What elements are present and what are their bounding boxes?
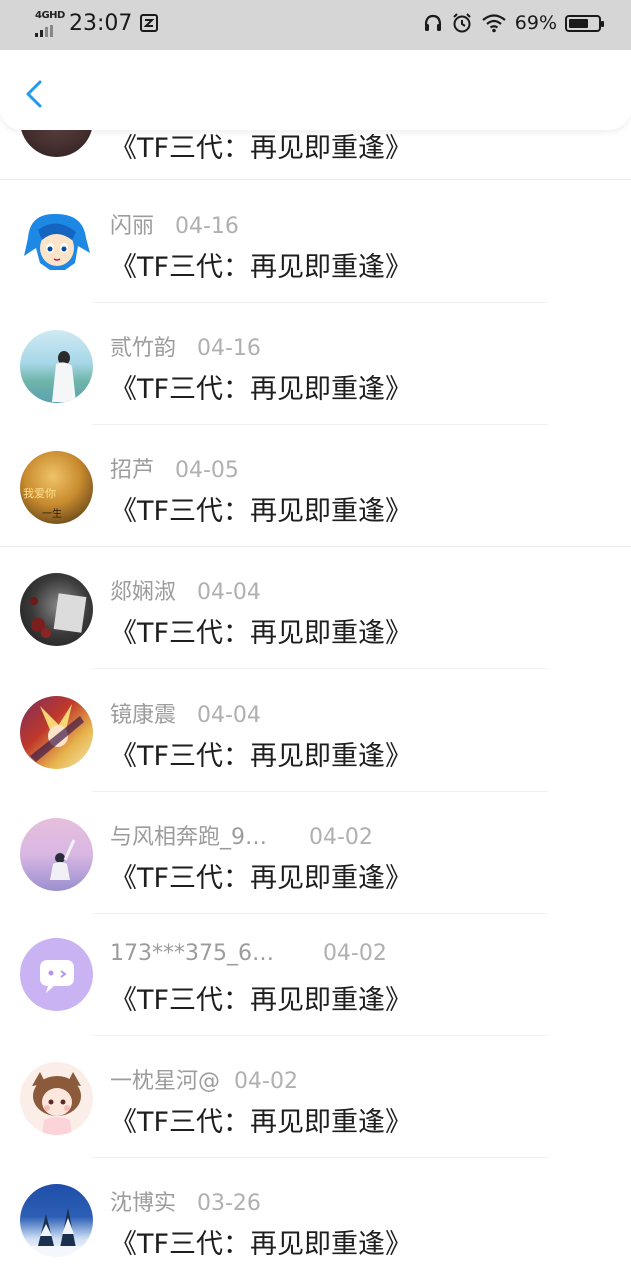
- list-item-title: 《TF三代：再见即重逢》: [110, 374, 413, 405]
- battery-percent: 69%: [514, 12, 557, 34]
- list-item-title: 《TF三代：再见即重逢》: [110, 741, 413, 772]
- battery-level: [569, 18, 589, 28]
- post-date: 04-02: [234, 1069, 298, 1094]
- post-date: 04-05: [175, 458, 239, 483]
- list-item-title: 《TF三代：再见即重逢》: [110, 1107, 413, 1138]
- list-item[interactable]: 173***375_6… 04-02 《TF三代：再见即重逢》: [0, 914, 631, 1036]
- signal-icon: [35, 25, 53, 37]
- list-item-meta: 与风相奔跑_9… 04-02: [110, 819, 373, 851]
- svg-text:一生: 一生: [42, 507, 62, 520]
- divider: [92, 668, 548, 669]
- battery-icon: [565, 14, 604, 32]
- list-item-meta: 沈博实 03-26: [110, 1185, 261, 1217]
- notification-icon: [140, 14, 158, 32]
- status-bar: 4GHD 23:07 69%: [0, 0, 631, 50]
- headphones-icon: [424, 14, 441, 31]
- list-item-meta: 招芦 04-05: [110, 452, 239, 484]
- list-item-title: 《TF三代：再见即重逢》: [110, 496, 413, 527]
- list-item-title: 《TF三代：再见即重逢》: [110, 985, 413, 1016]
- network-type: 4GHD: [35, 10, 65, 21]
- back-button[interactable]: [20, 76, 50, 112]
- list-item[interactable]: 一枕星河@ 04-02 《TF三代：再见即重逢》: [0, 1036, 631, 1158]
- author-name: 沈博实: [110, 1191, 177, 1216]
- list-item[interactable]: 闪丽 04-16 《TF三代：再见即重逢》: [0, 181, 631, 303]
- list-item-meta: 贰竹韵 04-16: [110, 330, 261, 362]
- author-name: 招芦: [110, 458, 155, 483]
- avatar: [20, 696, 93, 769]
- post-date: 04-04: [197, 703, 261, 728]
- list-item[interactable]: 郯娴淑 04-04 《TF三代：再见即重逢》: [0, 547, 631, 669]
- wifi-icon: [482, 14, 506, 33]
- avatar: [20, 1184, 93, 1257]
- clock-time: 23:07: [69, 11, 133, 36]
- avatar: [20, 330, 93, 403]
- list-item-title: 《TF三代：再见即重逢》: [110, 863, 413, 894]
- post-date: 04-16: [197, 336, 261, 361]
- avatar: [20, 938, 93, 1011]
- list-item-meta: 郯娴淑 04-04: [110, 574, 261, 606]
- list-item-meta: 173***375_6… 04-02: [110, 941, 387, 966]
- list-item[interactable]: 镜康震 04-04 《TF三代：再见即重逢》: [0, 670, 631, 792]
- list-item-title: 《TF三代：再见即重逢》: [110, 618, 413, 649]
- list-item[interactable]: 我爱你 一生 招芦 04-05 《TF三代：再见即重逢》: [0, 425, 631, 547]
- post-date: 04-04: [197, 580, 261, 605]
- list-item[interactable]: 沈博实 03-26 《TF三代：再见即重逢》: [0, 1158, 631, 1280]
- list-item[interactable]: 贰竹韵 04-16 《TF三代：再见即重逢》: [0, 303, 631, 425]
- author-name: 镜康震: [110, 703, 177, 728]
- author-name: 一枕星河@: [110, 1069, 221, 1094]
- list-item-title: 《TF三代：再见即重逢》: [110, 133, 413, 164]
- avatar: [20, 208, 93, 281]
- post-date: 04-02: [308, 825, 373, 850]
- list-item-meta: 一枕星河@ 04-02: [110, 1063, 298, 1095]
- post-date: 03-26: [197, 1191, 261, 1216]
- list-item-meta: 镜康震 04-04: [110, 697, 261, 729]
- list-item[interactable]: 与风相奔跑_9… 04-02 《TF三代：再见即重逢》: [0, 792, 631, 914]
- avatar: [20, 818, 93, 891]
- avatar: [20, 573, 93, 646]
- svg-text:我爱你: 我爱你: [23, 487, 56, 500]
- avatar: [20, 1062, 93, 1135]
- post-date: 04-16: [175, 214, 239, 239]
- author-name: 与风相奔跑_9…: [110, 825, 267, 850]
- author-name: 贰竹韵: [110, 336, 177, 361]
- list-item-meta: 闪丽 04-16: [110, 208, 239, 240]
- nav-header: [0, 50, 631, 130]
- chevron-left-icon: [26, 80, 42, 108]
- author-name: 173***375_6…: [110, 941, 274, 966]
- post-date: 04-02: [322, 941, 387, 966]
- divider: [0, 179, 631, 180]
- author-name: 郯娴淑: [110, 580, 177, 605]
- author-name: 闪丽: [110, 214, 155, 239]
- alarm-icon: [453, 13, 471, 33]
- list-item-title: 《TF三代：再见即重逢》: [110, 1229, 413, 1260]
- list-item-title: 《TF三代：再见即重逢》: [110, 252, 413, 283]
- avatar: 我爱你 一生: [20, 451, 93, 524]
